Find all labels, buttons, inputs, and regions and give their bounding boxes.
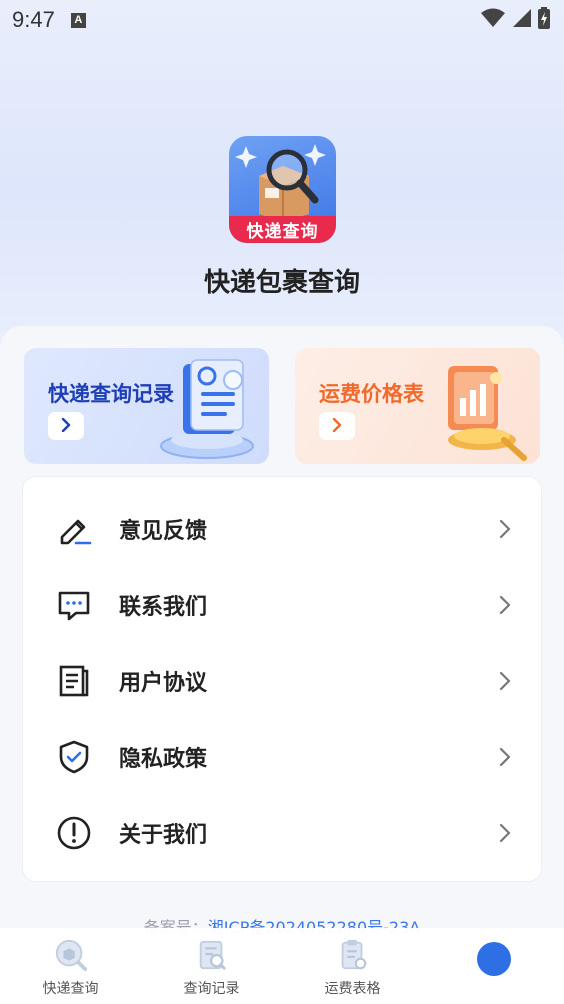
signal-icon — [512, 8, 532, 32]
menu-item-label: 联系我们 — [119, 595, 208, 620]
edit-icon — [55, 510, 93, 548]
freight-price-button[interactable] — [319, 412, 355, 440]
tab-label: 快递查询 — [42, 981, 99, 997]
query-records-card[interactable]: 快递查询记录 — [24, 348, 269, 464]
menu-item-label: 关于我们 — [119, 823, 208, 848]
app-title: 快递包裹查询 — [203, 268, 360, 298]
menu-item-label: 用户协议 — [119, 671, 208, 696]
tab-freight-sheet[interactable]: 运费表格 — [282, 928, 423, 1004]
freight-price-title: 运费价格表 — [319, 382, 424, 406]
chevron-right-icon — [332, 417, 342, 436]
wifi-icon — [480, 8, 506, 32]
settings-menu: 意见反馈 联系我们 用户协议 隐私政策 关于我们 — [22, 476, 542, 882]
info-exclamation-icon — [55, 814, 93, 852]
shield-check-icon — [55, 738, 93, 776]
chevron-right-icon — [61, 417, 71, 436]
tab-query-records[interactable]: 查询记录 — [141, 928, 282, 1004]
query-records-button[interactable] — [48, 412, 84, 440]
bottom-tab-bar: 快递查询 查询记录 运费表格 — [0, 928, 564, 1004]
chevron-right-icon — [499, 670, 513, 692]
package-search-icon — [54, 938, 88, 972]
status-time: 9:47 — [12, 7, 55, 32]
chevron-right-icon — [499, 746, 513, 768]
chevron-right-icon — [499, 518, 513, 540]
menu-item-label: 意见反馈 — [119, 519, 208, 544]
menu-item-user-agreement[interactable]: 用户协议 — [23, 643, 543, 719]
records-search-icon — [195, 938, 229, 972]
profile-dot-icon — [476, 942, 511, 976]
accessibility-indicator: A — [70, 12, 86, 28]
freight-sheet-icon — [336, 938, 370, 972]
message-icon — [55, 586, 93, 624]
status-bar: 9:47 A — [0, 0, 564, 40]
tab-profile[interactable] — [423, 928, 564, 1004]
price-chart-illustration-icon — [426, 354, 536, 464]
document-icon — [55, 662, 93, 700]
menu-item-privacy-policy[interactable]: 隐私政策 — [23, 719, 543, 795]
app-logo-label: 快递查询 — [229, 216, 336, 243]
menu-item-feedback[interactable]: 意见反馈 — [23, 491, 543, 567]
tab-label: 查询记录 — [183, 981, 240, 997]
menu-item-label: 隐私政策 — [119, 747, 208, 772]
app-logo: 快递查询 — [229, 136, 336, 243]
chevron-right-icon — [499, 822, 513, 844]
menu-item-about-us[interactable]: 关于我们 — [23, 795, 543, 871]
battery-icon — [538, 7, 550, 33]
document-illustration-icon — [155, 354, 265, 464]
menu-item-contact[interactable]: 联系我们 — [23, 567, 543, 643]
tab-package-query[interactable]: 快递查询 — [0, 928, 141, 1004]
chevron-right-icon — [499, 594, 513, 616]
freight-price-card[interactable]: 运费价格表 — [295, 348, 540, 464]
tab-label: 运费表格 — [324, 981, 381, 997]
